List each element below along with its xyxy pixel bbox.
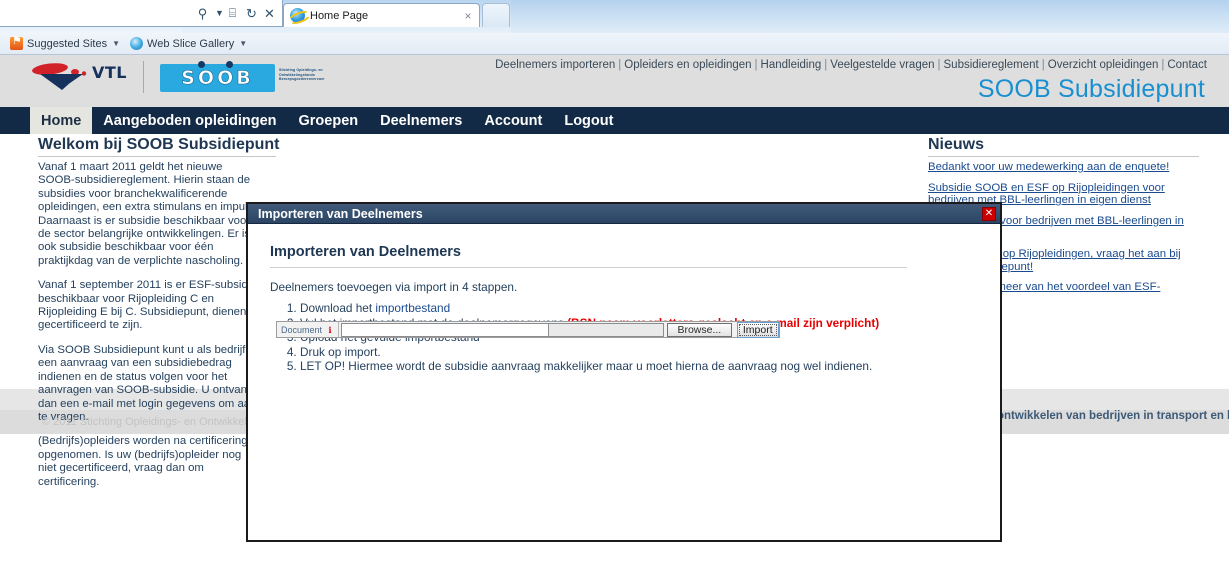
nav-item-account[interactable]: Account <box>473 107 553 134</box>
soob-logo-head-left <box>198 61 205 68</box>
document-label-cell: Document i <box>277 322 340 337</box>
web-slice-icon <box>130 37 144 50</box>
favorites-links-bar: Suggested Sites ▼ Web Slice Gallery ▼ <box>0 33 1229 55</box>
links-item-suggested-sites[interactable]: Suggested Sites ▼ <box>10 35 120 50</box>
nav-item-aangeboden-opleidingen[interactable]: Aangeboden opleidingen <box>92 107 287 134</box>
browser-chrome: ⚲ ▼ ⌸ ↻ ✕ Home Page × <box>0 0 1229 33</box>
welcome-heading: Welkom bij SOOB Subsidiepunt <box>38 136 280 153</box>
top-link-handleiding[interactable]: Handleiding <box>761 59 822 71</box>
browser-tab-home-page[interactable]: Home Page × <box>283 3 480 27</box>
nav-item-label: Aangeboden opleidingen <box>103 112 277 129</box>
modal-step-item: LET OP! Hiermee wordt de subsidie aanvra… <box>300 359 978 374</box>
stop-icon[interactable]: ✕ <box>261 5 278 22</box>
vtl-logo: VTL <box>32 63 127 90</box>
main-navigation-bar: Home Aangeboden opleidingen Groepen Deel… <box>0 107 1229 134</box>
importbestand-link[interactable]: importbestand <box>375 301 450 315</box>
modal-titlebar-label: Importeren van Deelnemers <box>258 206 423 221</box>
chevron-down-icon[interactable]: ▼ <box>239 39 247 48</box>
close-icon[interactable]: ✕ <box>982 207 996 221</box>
suggested-sites-icon <box>10 35 23 50</box>
news-divider <box>928 156 1199 157</box>
modal-body: Importeren van Deelnemers Deelnemers toe… <box>248 224 1000 374</box>
links-item-web-slice-gallery[interactable]: Web Slice Gallery ▼ <box>130 37 247 50</box>
chrome-right-fill <box>511 0 1229 33</box>
soob-logo-subtitle: Stichting Opleidings- en Ontwikkelingsfo… <box>279 68 325 82</box>
info-icon[interactable]: i <box>326 325 334 335</box>
chevron-down-icon[interactable]: ▼ <box>112 39 120 48</box>
modal-step-text: LET OP! Hiermee wordt de subsidie aanvra… <box>300 359 873 373</box>
modal-step-item: Download het importbestand <box>300 301 978 316</box>
separator: | <box>754 59 758 71</box>
separator: | <box>1041 59 1045 71</box>
separator: | <box>1161 59 1165 71</box>
welcome-paragraph: Vanaf 1 maart 2011 geldt het nieuwe SOOB… <box>38 161 257 267</box>
nav-item-label: Account <box>484 112 543 129</box>
modal-step-text: Druk op import. <box>300 344 381 359</box>
separator: | <box>824 59 828 71</box>
logo-divider <box>143 61 144 93</box>
nav-item-label: Home <box>41 112 82 129</box>
top-link-subsidiereglement[interactable]: Subsidiereglement <box>944 59 1039 71</box>
nav-item-label: Logout <box>564 112 614 129</box>
nav-item-logout[interactable]: Logout <box>553 107 624 134</box>
top-link-overzicht-opleidingen[interactable]: Overzicht opleidingen <box>1048 59 1159 71</box>
news-heading: Nieuws <box>928 136 985 153</box>
document-label: Document <box>281 324 323 335</box>
separator: | <box>618 59 622 71</box>
welcome-divider <box>38 156 276 157</box>
web-slice-gallery-label: Web Slice Gallery <box>147 37 235 50</box>
refresh-icon[interactable]: ↻ <box>243 5 260 22</box>
file-path-input[interactable] <box>341 322 549 337</box>
compatibility-view-icon[interactable]: ⌸ <box>224 5 241 22</box>
web-page: VTL SOOB Stichting Opleidings- en Ontwik… <box>0 55 1229 572</box>
top-link-deelnemers-importeren[interactable]: Deelnemers importeren <box>495 59 615 71</box>
browse-button[interactable]: Browse... <box>667 322 732 337</box>
modal-intro-text: Deelnemers toevoegen via import in 4 sta… <box>270 280 518 294</box>
import-participants-modal: Importeren van Deelnemers ✕ Importeren v… <box>246 202 1002 542</box>
search-icon[interactable]: ⚲ <box>194 5 211 22</box>
top-utility-nav: Deelnemers importeren | Opleiders en oplei… <box>495 59 1207 71</box>
separator: | <box>937 59 941 71</box>
news-list-item[interactable]: Bedankt voor uw medewerking aan de enque… <box>928 161 1199 174</box>
welcome-paragraph: Vanaf 1 september 2011 is er ESF-subsidi… <box>38 279 257 332</box>
import-button[interactable]: Import <box>736 321 779 338</box>
welcome-paragraph: Via SOOB Subsidiepunt kunt u als bedrijf… <box>38 343 257 423</box>
soob-logo-head-right <box>226 61 233 68</box>
top-link-veelgestelde-vragen[interactable]: Veelgestelde vragen <box>830 59 934 71</box>
soob-logo-text: SOOB <box>181 67 254 90</box>
top-link-contact[interactable]: Contact <box>1167 59 1207 71</box>
document-upload-row: Document i Browse... Import <box>276 321 780 338</box>
welcome-body-text: Vanaf 1 maart 2011 geldt het nieuwe SOOB… <box>38 161 258 500</box>
modal-step-text: Download het <box>300 301 376 315</box>
browser-tab-label: Home Page <box>310 9 369 22</box>
welcome-paragraph: (Bedrijfs)opleiders worden na certificer… <box>38 435 248 488</box>
soob-logo: SOOB <box>160 61 275 92</box>
nav-item-groepen[interactable]: Groepen <box>288 107 370 134</box>
site-header: VTL SOOB Stichting Opleidings- en Ontwik… <box>0 55 1229 107</box>
modal-heading: Importeren van Deelnemers <box>270 244 461 260</box>
nav-item-label: Groepen <box>298 112 359 129</box>
page-title: SOOB Subsidiepunt <box>977 75 1205 103</box>
nav-item-label: Deelnemers <box>380 112 463 129</box>
new-tab-button[interactable] <box>482 3 510 27</box>
internet-explorer-icon <box>290 8 305 23</box>
file-path-input-disabled-area <box>548 322 665 337</box>
svg-text:VTL: VTL <box>92 63 127 82</box>
modal-heading-divider <box>270 267 907 268</box>
tab-close-icon[interactable]: × <box>460 9 476 23</box>
modal-titlebar: Importeren van Deelnemers ✕ <box>248 204 1000 224</box>
modal-step-item: Druk op import. <box>300 345 978 360</box>
top-link-opleiders-en-opleidingen[interactable]: Opleiders en opleidingen <box>624 59 751 71</box>
nav-item-deelnemers[interactable]: Deelnemers <box>369 107 473 134</box>
nav-item-home[interactable]: Home <box>30 107 93 134</box>
suggested-sites-label: Suggested Sites <box>27 37 108 50</box>
